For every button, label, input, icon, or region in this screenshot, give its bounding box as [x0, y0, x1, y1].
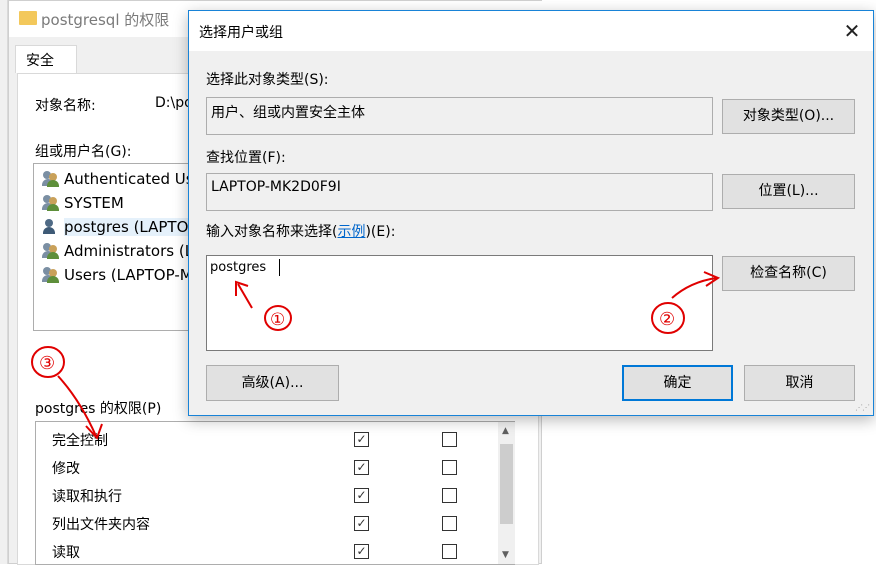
annotation-arrow-3: [57, 375, 97, 437]
annotation-number-2: ②: [659, 309, 675, 330]
annotation-arrow-2: [671, 277, 717, 299]
annotation-overlay: ① ② ③: [31, 271, 721, 440]
annotation-number-3: ③: [39, 353, 55, 374]
annotation-number-1: ①: [270, 310, 285, 330]
annotation-arrow-1: [237, 283, 253, 309]
